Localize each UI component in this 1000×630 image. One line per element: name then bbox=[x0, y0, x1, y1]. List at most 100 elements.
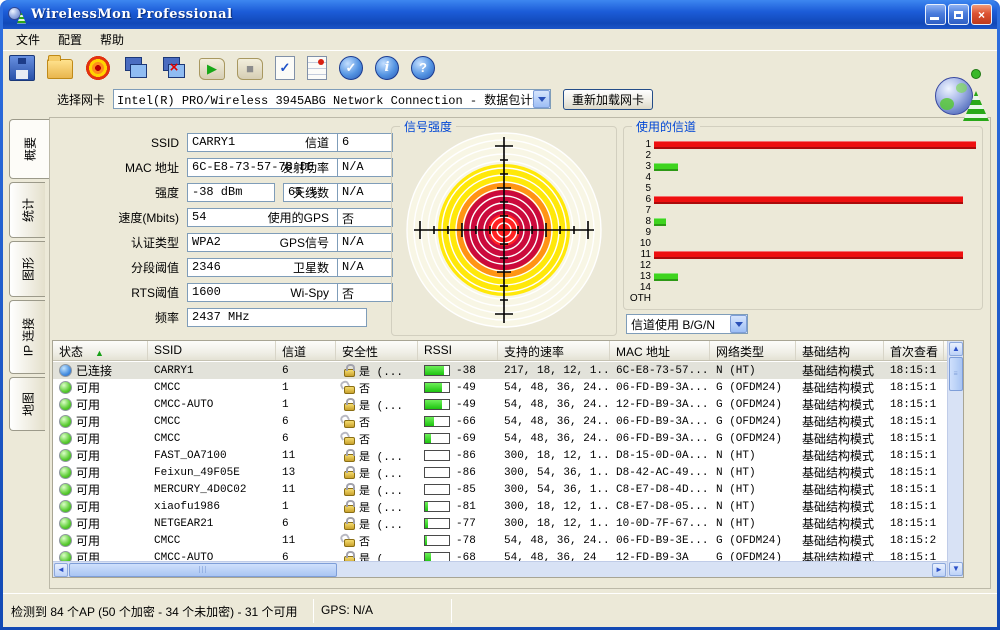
column-header-3[interactable]: 安全性 bbox=[336, 341, 418, 360]
menu-item-2[interactable]: 帮助 bbox=[91, 29, 133, 50]
field-value[interactable]: N/A bbox=[337, 233, 393, 252]
status-text: 已连接 bbox=[76, 364, 113, 378]
security-text: 是 (... bbox=[359, 400, 404, 413]
scroll-right-icon[interactable]: ► bbox=[932, 563, 946, 577]
ssid-cell: CMCC bbox=[154, 432, 181, 445]
vertical-scroll-thumb[interactable]: ≡ bbox=[949, 357, 963, 391]
field-value[interactable]: N/A bbox=[337, 183, 393, 202]
lock-icon bbox=[344, 397, 355, 411]
tab-统计[interactable]: 统计 bbox=[9, 182, 45, 238]
table-row[interactable]: 可用 CMCC-AUTO 1 是 (... -49 54, 48, 36, 24... 12… bbox=[53, 396, 947, 413]
scroll-up-icon[interactable]: ▲ bbox=[949, 342, 963, 356]
column-header-2[interactable]: 信道 bbox=[276, 341, 336, 360]
monitor-pair-icon[interactable] bbox=[123, 55, 149, 81]
open-icon[interactable] bbox=[47, 55, 73, 79]
mac-cell: 06-FD-B9-3A... bbox=[616, 381, 709, 394]
field-row: 频率 2437 MHz bbox=[50, 305, 380, 330]
tab-概要[interactable]: 概要 bbox=[9, 119, 49, 179]
field-value[interactable]: N/A bbox=[337, 258, 393, 277]
net-type-cell: N (HT) bbox=[716, 466, 756, 479]
column-header-6[interactable]: MAC 地址 bbox=[610, 341, 710, 360]
close-button[interactable]: × bbox=[971, 4, 992, 25]
field-label: 信道 bbox=[304, 136, 329, 150]
field-row: GPS信号 N/A bbox=[230, 230, 410, 255]
field-label: 认证类型 bbox=[130, 236, 179, 250]
column-header-9[interactable]: 首次查看 bbox=[884, 341, 944, 360]
table-row[interactable]: 可用 CMCC 1 否 -49 54, 48, 36, 24... 06-FD-B9-3A.… bbox=[53, 379, 947, 396]
column-header-5[interactable]: 支持的速率 bbox=[498, 341, 610, 360]
security-text: 是 (... bbox=[359, 519, 404, 532]
save-icon[interactable] bbox=[9, 54, 35, 81]
status-detected-text: 检测到 84 个AP (50 个加密 - 34 个未加密) - 31 个可用 bbox=[11, 605, 298, 619]
help-icon[interactable]: ? bbox=[411, 55, 435, 80]
tab-IP 连接[interactable]: IP 连接 bbox=[9, 300, 45, 374]
info-bubble-icon[interactable]: i bbox=[375, 55, 399, 80]
column-header-0[interactable]: 状态 ▲ bbox=[53, 341, 148, 360]
minimize-button[interactable] bbox=[925, 4, 946, 25]
log-stop-icon[interactable]: ■ bbox=[237, 57, 263, 80]
table-row[interactable]: 可用 Feixun_49F05E 13 是 (... -86 300, 54, 36, 1… bbox=[53, 464, 947, 481]
status-cell: 可用 bbox=[53, 379, 148, 396]
table-row[interactable]: 可用 CMCC 6 否 -69 54, 48, 36, 24... 06-FD-B9-3A.… bbox=[53, 430, 947, 447]
tab-地图[interactable]: 地图 bbox=[9, 377, 45, 431]
vertical-scrollbar[interactable]: ▲ ≡ ▼ bbox=[947, 341, 963, 577]
column-header-1[interactable]: SSID bbox=[148, 341, 276, 360]
field-value[interactable]: 否 bbox=[337, 208, 393, 227]
lock-icon bbox=[344, 499, 355, 513]
channel-usage-dropdown-icon[interactable] bbox=[730, 315, 747, 333]
scroll-left-icon[interactable]: ◄ bbox=[54, 563, 68, 577]
table-row[interactable]: 可用 CMCC 6 否 -66 54, 48, 36, 24... 06-FD-B9-3A.… bbox=[53, 413, 947, 430]
rssi-cell: -86 bbox=[418, 447, 498, 464]
field-value[interactable]: N/A bbox=[337, 158, 393, 177]
status-text: 可用 bbox=[76, 449, 101, 463]
net-type-cell: G (OFDM24) bbox=[716, 398, 783, 411]
table-row[interactable]: 可用 xiaofu1986 1 是 (... -81 300, 18, 12, 1... C… bbox=[53, 498, 947, 515]
reload-adapter-button[interactable]: 重新加载网卡 bbox=[563, 88, 654, 110]
table-row[interactable]: 可用 CMCC 11 否 -78 54, 48, 36, 24... 06-FD-B9-3E… bbox=[53, 532, 947, 549]
security-text: 是 (... bbox=[359, 366, 404, 379]
security-cell: 否 bbox=[336, 532, 418, 549]
tab-图形[interactable]: 图形 bbox=[9, 241, 45, 297]
first-seen-cell: 18:15:1 bbox=[890, 381, 937, 394]
security-text: 否 bbox=[359, 536, 370, 549]
test-check-icon[interactable]: ✓ bbox=[275, 55, 295, 80]
field-value[interactable]: 6 bbox=[337, 133, 393, 152]
target-icon[interactable] bbox=[85, 54, 111, 81]
column-header-4[interactable]: RSSI bbox=[418, 341, 498, 360]
field-value[interactable]: 2437 MHz bbox=[187, 308, 367, 327]
rssi-bar bbox=[424, 535, 450, 546]
first-seen-cell: 18:15:1 bbox=[890, 449, 937, 462]
adapter-select-dropdown-icon[interactable] bbox=[533, 90, 551, 108]
horizontal-scroll-thumb[interactable]: ||| bbox=[69, 563, 337, 577]
status-gps-text: GPS: N/A bbox=[321, 603, 374, 617]
field-value[interactable]: 否 bbox=[337, 283, 393, 302]
web-icon[interactable]: ✓ bbox=[339, 55, 363, 80]
menu-item-1[interactable]: 配置 bbox=[49, 29, 91, 50]
monitor-pair-disconnect-icon[interactable]: × bbox=[161, 55, 187, 81]
rssi-fill bbox=[425, 383, 443, 392]
infrastructure-cell: 基础结构模式 bbox=[802, 449, 875, 463]
mac-cell: 12-FD-B9-3A... bbox=[616, 398, 709, 411]
notes-icon[interactable] bbox=[307, 55, 327, 80]
column-header-8[interactable]: 基础结构 bbox=[796, 341, 884, 360]
log-start-icon[interactable]: ▶ bbox=[199, 57, 225, 80]
horizontal-scrollbar[interactable]: ◄ ||| ► bbox=[53, 561, 947, 577]
table-row[interactable]: 可用 FAST_OA7100 11 是 (... -86 300, 18, 12, 1..… bbox=[53, 447, 947, 464]
adapter-select[interactable]: Intel(R) PRO/Wireless 3945ABG Network Co… bbox=[113, 89, 552, 109]
status-cell: 可用 bbox=[53, 447, 148, 464]
maximize-button[interactable] bbox=[948, 4, 969, 25]
table-row[interactable]: 已连接 CARRY1 6 是 (... -38 217, 18, 12, 1... 6C-E… bbox=[53, 362, 947, 379]
column-header-7[interactable]: 网络类型 bbox=[710, 341, 796, 360]
security-text: 是 (... bbox=[359, 485, 404, 498]
mac-cell: D8-42-AC-49... bbox=[616, 466, 709, 479]
channel-row-14: 14 bbox=[628, 282, 976, 293]
mac-cell: 06-FD-B9-3A... bbox=[616, 415, 709, 428]
first-seen-cell: 18:15:1 bbox=[890, 466, 937, 479]
table-row[interactable]: 可用 MERCURY_4D0C02 11 是 (... -85 300, 54, 36, … bbox=[53, 481, 947, 498]
security-text: 否 bbox=[359, 434, 370, 447]
channel-usage-select[interactable]: 信道使用 B/G/N bbox=[626, 314, 748, 334]
scroll-down-icon[interactable]: ▼ bbox=[949, 562, 963, 576]
table-row[interactable]: 可用 NETGEAR21 6 是 (... -77 300, 18, 12, 1... 10… bbox=[53, 515, 947, 532]
rssi-cell: -38 bbox=[418, 362, 498, 379]
menu-item-0[interactable]: 文件 bbox=[7, 29, 49, 50]
